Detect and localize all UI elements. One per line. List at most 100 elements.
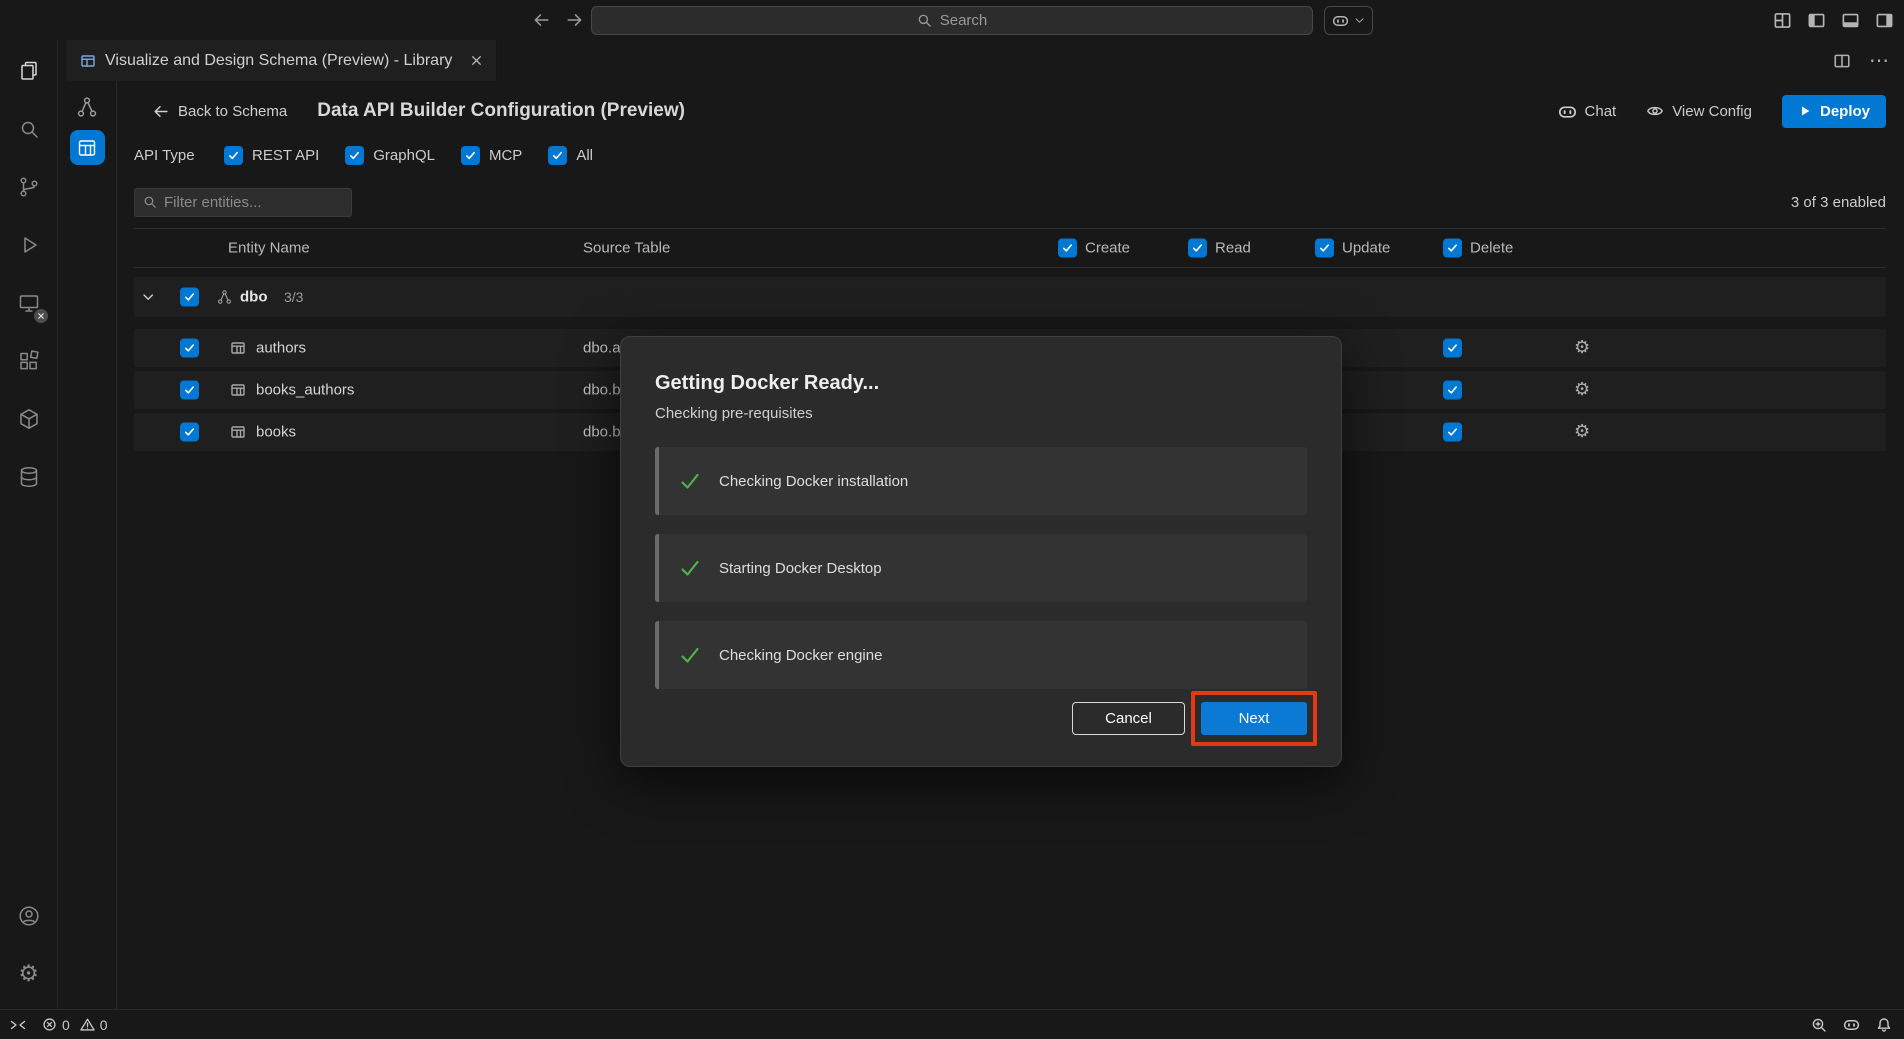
deploy-button[interactable]: Deploy xyxy=(1782,95,1886,128)
entity-name: books xyxy=(256,424,296,441)
delete-checkbox[interactable] xyxy=(1443,381,1462,400)
step-item: Checking Docker engine xyxy=(655,621,1307,689)
error-count: 0 xyxy=(62,1017,70,1033)
play-icon xyxy=(1798,104,1812,118)
row-enabled-checkbox[interactable] xyxy=(180,423,199,442)
row-settings-icon[interactable]: ⚙ xyxy=(1574,381,1590,399)
cancel-button[interactable]: Cancel xyxy=(1072,702,1185,735)
warning-count: 0 xyxy=(100,1017,108,1033)
graphql-option[interactable]: GraphQL xyxy=(345,146,435,165)
rest-api-option[interactable]: REST API xyxy=(224,146,319,165)
update-label: Update xyxy=(1342,240,1390,257)
run-debug-icon[interactable] xyxy=(0,216,58,274)
chevron-down-icon[interactable] xyxy=(140,289,156,305)
containers-icon[interactable] xyxy=(0,390,58,448)
problems-indicator[interactable]: 0 0 xyxy=(42,1017,108,1033)
remote-explorer-icon[interactable] xyxy=(0,274,58,332)
back-to-schema-button[interactable]: Back to Schema xyxy=(152,103,287,120)
row-settings-icon[interactable]: ⚙ xyxy=(1574,339,1590,357)
status-bar: 0 0 xyxy=(0,1009,1904,1039)
arrow-left-icon xyxy=(152,103,169,120)
mcp-option[interactable]: MCP xyxy=(461,146,522,165)
accounts-icon[interactable] xyxy=(0,887,58,945)
step-item: Checking Docker installation xyxy=(655,447,1307,515)
layout-controls xyxy=(1773,11,1894,30)
mcp-checkbox[interactable] xyxy=(461,146,480,165)
delete-checkbox[interactable] xyxy=(1443,339,1462,358)
schema-group-count: 3/3 xyxy=(284,289,303,305)
source-table-header: Source Table xyxy=(583,240,670,257)
rest-api-label: REST API xyxy=(252,147,319,164)
table-icon xyxy=(230,382,246,398)
all-checkbox[interactable] xyxy=(548,146,567,165)
tab-close-icon[interactable] xyxy=(469,53,484,68)
read-all-checkbox[interactable] xyxy=(1188,239,1207,258)
rest-api-checkbox[interactable] xyxy=(224,146,243,165)
update-all-checkbox[interactable] xyxy=(1315,239,1334,258)
copilot-status-icon[interactable] xyxy=(1843,1016,1860,1033)
explorer-icon[interactable] xyxy=(0,42,58,100)
remote-disconnected-badge xyxy=(34,309,48,323)
annotation-highlight-box: Next xyxy=(1191,691,1317,746)
database-icon[interactable] xyxy=(0,448,58,506)
step-item: Starting Docker Desktop xyxy=(655,534,1307,602)
search-sidebar-icon[interactable] xyxy=(0,100,58,158)
schema-diagram-view-icon[interactable] xyxy=(75,95,99,119)
check-icon xyxy=(679,470,701,492)
all-option[interactable]: All xyxy=(548,146,593,165)
command-center-search[interactable]: Search xyxy=(591,6,1313,35)
schema-icon xyxy=(216,289,233,306)
check-icon xyxy=(679,557,701,579)
entity-name-header: Entity Name xyxy=(228,240,310,257)
dab-config-view-icon[interactable] xyxy=(70,130,105,165)
step-label: Starting Docker Desktop xyxy=(719,560,882,577)
copilot-menu-button[interactable] xyxy=(1324,6,1373,35)
tab-label: Visualize and Design Schema (Preview) - … xyxy=(105,52,452,70)
vscode-window: Search ⚙ xyxy=(0,0,1904,1039)
delete-column-header: Delete xyxy=(1443,239,1513,258)
check-icon xyxy=(679,644,701,666)
create-all-checkbox[interactable] xyxy=(1058,239,1077,258)
graphql-label: GraphQL xyxy=(373,147,435,164)
customize-layout-icon[interactable] xyxy=(1773,11,1792,30)
history-back-icon[interactable] xyxy=(532,11,550,29)
toggle-panel-icon[interactable] xyxy=(1841,11,1860,30)
schema-tab-icon xyxy=(80,53,96,69)
split-editor-icon[interactable] xyxy=(1833,52,1851,70)
dialog-subtitle: Checking pre-requisites xyxy=(655,405,1307,423)
extensions-icon[interactable] xyxy=(0,332,58,390)
row-enabled-checkbox[interactable] xyxy=(180,339,199,358)
source-control-icon[interactable] xyxy=(0,158,58,216)
row-enabled-checkbox[interactable] xyxy=(180,381,199,400)
next-button[interactable]: Next xyxy=(1201,702,1307,735)
create-column-header: Create xyxy=(1058,239,1130,258)
entity-name: authors xyxy=(256,340,306,357)
notifications-bell-icon[interactable] xyxy=(1876,1017,1892,1033)
row-settings-icon[interactable]: ⚙ xyxy=(1574,423,1590,441)
toggle-sidebar-right-icon[interactable] xyxy=(1875,11,1894,30)
tab-visualize-schema[interactable]: Visualize and Design Schema (Preview) - … xyxy=(66,40,497,81)
delete-all-checkbox[interactable] xyxy=(1443,239,1462,258)
remote-indicator-icon[interactable] xyxy=(10,1017,26,1033)
chat-label: Chat xyxy=(1585,103,1617,120)
search-icon xyxy=(143,195,157,209)
filter-entities-input-wrap xyxy=(134,188,352,217)
getting-docker-ready-dialog: Getting Docker Ready... Checking pre-req… xyxy=(620,336,1342,767)
history-forward-icon[interactable] xyxy=(566,11,584,29)
enabled-summary: 3 of 3 enabled xyxy=(1791,194,1886,211)
settings-gear-icon[interactable]: ⚙ xyxy=(0,945,58,1003)
view-config-button[interactable]: View Config xyxy=(1646,102,1752,120)
filter-entities-input[interactable] xyxy=(164,194,343,211)
api-type-label: API Type xyxy=(134,147,198,164)
toggle-sidebar-left-icon[interactable] xyxy=(1807,11,1826,30)
tab-bar-actions: ⋯ xyxy=(1833,40,1890,81)
chat-button[interactable]: Chat xyxy=(1558,102,1617,121)
schema-group-row[interactable]: dbo 3/3 xyxy=(134,277,1886,317)
more-actions-icon[interactable]: ⋯ xyxy=(1869,48,1890,73)
group-enabled-checkbox[interactable] xyxy=(180,288,199,307)
delete-checkbox[interactable] xyxy=(1443,423,1462,442)
zoom-indicator-icon[interactable] xyxy=(1811,1017,1827,1033)
dialog-steps: Checking Docker installation Starting Do… xyxy=(655,447,1307,689)
copilot-chat-icon xyxy=(1558,102,1577,121)
graphql-checkbox[interactable] xyxy=(345,146,364,165)
